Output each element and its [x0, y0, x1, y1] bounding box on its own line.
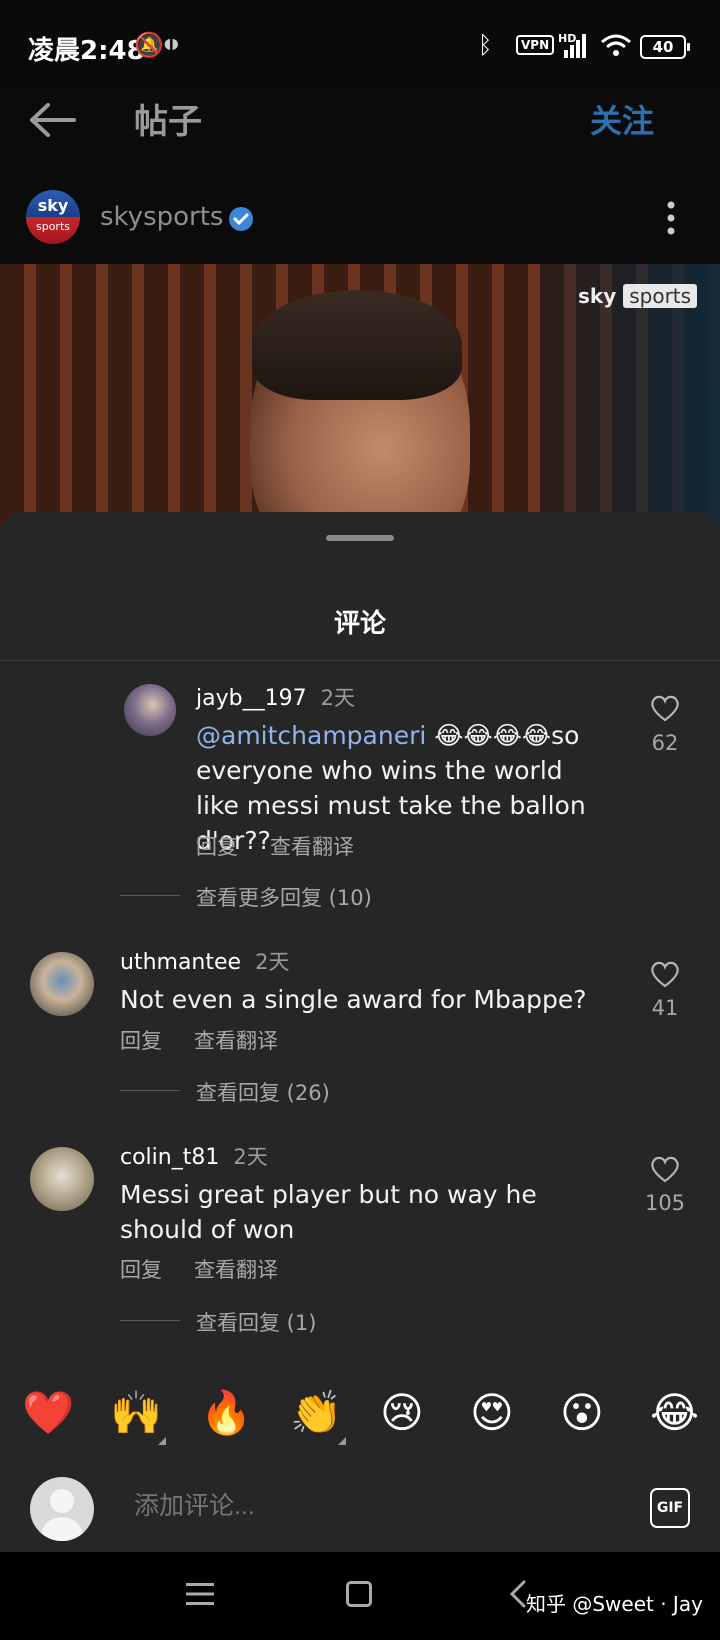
zhihu-watermark: 知乎 @Sweet · Jay	[526, 1592, 703, 1616]
reply-button[interactable]: 回复	[120, 1254, 162, 1284]
replies-line	[120, 1090, 180, 1091]
drag-handle[interactable]	[326, 535, 394, 541]
comment-input[interactable]	[132, 1491, 586, 1522]
signal-icon	[564, 34, 586, 58]
emoji-laughing-button[interactable]: 😂	[650, 1388, 699, 1437]
commenter-avatar[interactable]	[124, 684, 176, 736]
image-watermark: sky sports	[578, 284, 698, 308]
emoji-fire-button[interactable]: 🔥	[200, 1388, 252, 1438]
skin-tone-indicator	[338, 1437, 346, 1445]
skin-tone-indicator	[158, 1437, 166, 1445]
comments-sheet	[0, 512, 720, 1552]
emoji-clap-button[interactable]: 👏	[290, 1388, 342, 1438]
verified-badge-icon	[229, 207, 253, 231]
like-count: 62	[651, 731, 679, 755]
divider	[0, 660, 720, 661]
emoji-heart-eyes-button[interactable]: 😍	[470, 1388, 514, 1437]
user-avatar	[30, 1477, 94, 1541]
replies-line	[120, 895, 180, 896]
commenter-avatar[interactable]	[30, 1147, 94, 1211]
wifi-icon	[601, 34, 631, 56]
account-name[interactable]: skysports	[100, 202, 223, 232]
heart-icon[interactable]	[650, 1155, 680, 1183]
view-replies[interactable]: 查看回复 (26)	[196, 1077, 330, 1107]
heart-icon[interactable]	[650, 694, 680, 722]
watermark-tag: sports	[623, 284, 698, 308]
like-count: 41	[651, 996, 679, 1020]
back-arrow-icon[interactable]	[28, 103, 78, 137]
battery-icon: 40	[640, 35, 690, 59]
emoji-heart-button[interactable]: ❤️	[22, 1388, 74, 1438]
emoji-raised-hands-button[interactable]: 🙌	[110, 1388, 162, 1438]
emoji-surprised-button[interactable]: 😮	[560, 1388, 604, 1437]
heart-icon[interactable]	[650, 960, 680, 988]
comment-header: colin_t81 2天	[120, 1141, 268, 1171]
sheet-title: 评论	[333, 609, 386, 639]
comment-username[interactable]: jayb__197	[196, 686, 307, 711]
comment-text: @amitchampaneri 😂😂😂😂so everyone who wins…	[196, 718, 606, 858]
avatar-sports-text: sports	[35, 220, 70, 233]
comment-text: Messi great player but no way he should …	[120, 1180, 537, 1244]
home-icon[interactable]	[346, 1581, 372, 1607]
avatar-sky-text: sky	[37, 196, 69, 215]
commenter-avatar[interactable]	[30, 952, 94, 1016]
comment-mention[interactable]: @amitchampaneri	[196, 721, 426, 750]
watermark-brand: sky	[578, 284, 617, 308]
translate-button[interactable]: 查看翻译	[194, 1254, 278, 1284]
follow-button[interactable]: 关注	[590, 96, 654, 142]
comment-time: 2天	[320, 686, 355, 710]
account-avatar[interactable]: sky sports	[26, 190, 80, 244]
mute-icon: 🔕	[134, 31, 164, 59]
menu-icon[interactable]	[186, 1582, 214, 1606]
comment-header: jayb__197 2天	[196, 682, 355, 712]
comment-username[interactable]: uthmantee	[120, 950, 241, 975]
view-replies[interactable]: 查看回复 (1)	[196, 1307, 316, 1337]
translate-button[interactable]: 查看翻译	[194, 1025, 278, 1055]
status-time: 凌晨2:48	[28, 36, 145, 66]
vpn-badge: VPN	[516, 35, 555, 55]
like-count: 105	[644, 1191, 686, 1215]
emoji-crying-button[interactable]: 😢	[380, 1388, 424, 1437]
comment-username[interactable]: colin_t81	[120, 1145, 219, 1170]
comment-time: 2天	[233, 1145, 268, 1169]
comment-emojis: 😂😂😂😂	[434, 721, 552, 750]
nfc-icon: ◖◗	[164, 36, 179, 52]
page-title: 帖子	[134, 102, 202, 142]
comment-text: Not even a single award for Mbappe?	[120, 985, 587, 1014]
replies-line	[120, 1320, 180, 1321]
nav-back-icon[interactable]	[508, 1580, 528, 1608]
view-more-replies[interactable]: 查看更多回复 (10)	[196, 882, 372, 912]
comment-time: 2天	[255, 950, 290, 974]
comment-header: uthmantee 2天	[120, 946, 289, 976]
bluetooth-icon: ᛒ	[478, 31, 493, 59]
gif-button[interactable]: GIF	[650, 1488, 690, 1528]
more-options-icon[interactable]	[666, 200, 676, 236]
translate-button[interactable]: 查看翻译	[270, 831, 354, 861]
reply-button[interactable]: 回复	[120, 1025, 162, 1055]
reply-button[interactable]: 回复	[196, 831, 238, 861]
